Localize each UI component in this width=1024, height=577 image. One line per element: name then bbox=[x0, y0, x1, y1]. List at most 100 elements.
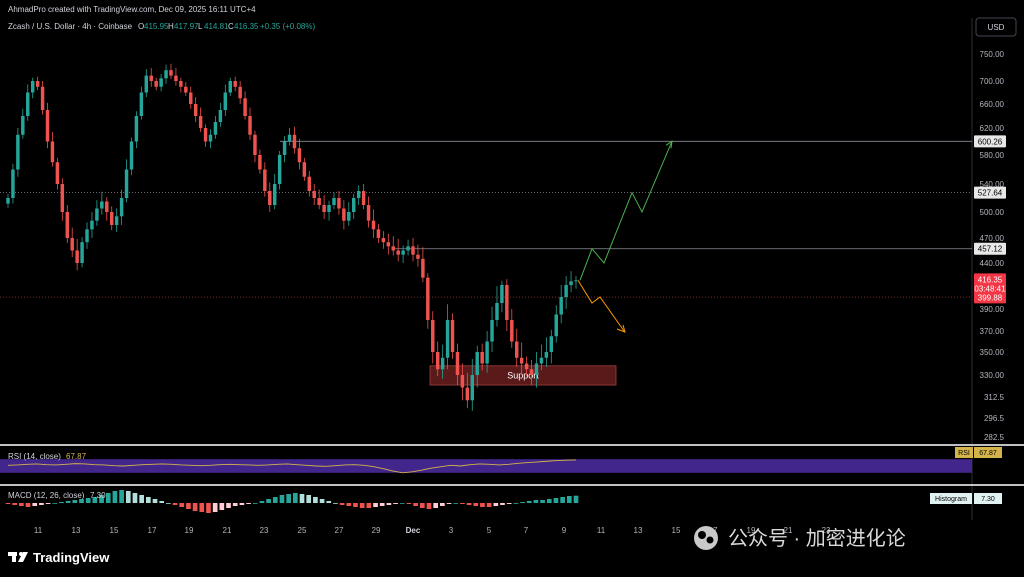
candle-body bbox=[361, 191, 366, 205]
macd-bar bbox=[379, 503, 385, 506]
candle-body bbox=[60, 184, 65, 212]
candle-body bbox=[243, 98, 247, 116]
candle-body bbox=[223, 92, 228, 110]
price-tick-label: 350.00 bbox=[980, 348, 1005, 357]
candle-body bbox=[154, 81, 158, 87]
candle-body bbox=[40, 86, 45, 110]
candle bbox=[277, 150, 282, 190]
chart-canvas[interactable]: AhmadPro created with TradingView.com, D… bbox=[0, 0, 1024, 577]
candle-body bbox=[317, 198, 321, 205]
macd-bar bbox=[212, 503, 218, 512]
candle-body bbox=[475, 352, 479, 375]
candle-body bbox=[342, 208, 346, 221]
macd-bar bbox=[473, 503, 479, 506]
candle-body bbox=[544, 352, 549, 358]
macd-bar bbox=[152, 499, 158, 503]
candle-body bbox=[495, 303, 499, 320]
candle-body bbox=[559, 297, 563, 315]
macd-bar bbox=[293, 493, 298, 503]
candle-body bbox=[213, 122, 218, 135]
macd-bar bbox=[560, 497, 565, 503]
macd-bar bbox=[319, 499, 325, 503]
candle-body bbox=[470, 375, 475, 401]
candle-body bbox=[144, 75, 149, 93]
macd-bar bbox=[72, 500, 78, 503]
time-tick-label: 13 bbox=[72, 526, 81, 535]
candle-body bbox=[124, 169, 129, 198]
price-tick-label: 580.00 bbox=[980, 151, 1005, 160]
candle-body bbox=[406, 246, 410, 251]
candle-body bbox=[70, 238, 74, 251]
candle-body bbox=[322, 205, 326, 212]
price-tick-label: 700.00 bbox=[980, 77, 1005, 86]
price-tick-label: 390.00 bbox=[980, 305, 1005, 314]
candle-body bbox=[515, 341, 519, 358]
macd-bar bbox=[513, 503, 519, 504]
macd-bar bbox=[353, 503, 358, 507]
macd-bar bbox=[172, 503, 178, 505]
candle-body bbox=[431, 320, 435, 352]
macd-bar bbox=[573, 495, 579, 503]
candle-body bbox=[179, 81, 183, 87]
ohlc-close: 416.35 bbox=[234, 22, 259, 31]
macd-bar bbox=[373, 503, 378, 507]
current-price-tag: 416.35 bbox=[978, 275, 1003, 284]
candle-body bbox=[65, 212, 69, 238]
macd-bar bbox=[440, 503, 445, 506]
macd-bar bbox=[533, 500, 539, 503]
time-tick-label: 7 bbox=[524, 526, 529, 535]
candle-body bbox=[292, 134, 297, 149]
ohlc-readout: O 415.95 H 417.97 L 414.81 C 416.35 +0.3… bbox=[138, 22, 315, 31]
candle-body bbox=[272, 184, 277, 205]
candle-body bbox=[435, 352, 440, 370]
candle-body bbox=[381, 238, 386, 243]
candle-body bbox=[480, 352, 484, 364]
macd-bar bbox=[526, 501, 532, 503]
macd-bar bbox=[279, 495, 285, 503]
macd-bar bbox=[486, 503, 492, 507]
price-tick-label: 660.00 bbox=[980, 100, 1005, 109]
symbol-title[interactable]: Zcash / U.S. Dollar · 4h · Coinbase bbox=[8, 22, 133, 31]
candle-body bbox=[332, 198, 336, 205]
countdown-tag: 03:48:41 bbox=[974, 284, 1006, 293]
macd-bar bbox=[500, 503, 505, 505]
price-tag-457: 457.12 bbox=[978, 245, 1003, 254]
candle-body bbox=[450, 320, 455, 352]
candle-body bbox=[465, 387, 470, 401]
candle-body bbox=[109, 212, 114, 225]
macd-bar bbox=[346, 503, 352, 506]
rsi-tag-value: 67.87 bbox=[979, 450, 997, 457]
macd-bar bbox=[406, 503, 412, 504]
candle-body bbox=[85, 229, 89, 243]
time-tick-label: 17 bbox=[148, 526, 157, 535]
candle-body bbox=[366, 205, 371, 221]
time-tick-label: 27 bbox=[335, 526, 344, 535]
macd-bar bbox=[52, 503, 58, 504]
candle-body bbox=[569, 281, 573, 285]
tradingview-logo-text: TradingView bbox=[33, 550, 110, 565]
rsi-tag-name: RSI bbox=[958, 450, 970, 457]
candle-body bbox=[282, 141, 287, 155]
macd-bar bbox=[493, 503, 499, 506]
candle-body bbox=[55, 162, 60, 184]
macd-bar bbox=[326, 501, 332, 503]
candle-body bbox=[505, 285, 509, 320]
candle-body bbox=[134, 116, 139, 142]
macd-bar bbox=[159, 501, 165, 503]
candle-body bbox=[50, 141, 55, 163]
macd-bar bbox=[12, 503, 18, 505]
candle-body bbox=[174, 75, 178, 81]
macd-bar bbox=[566, 496, 572, 503]
macd-bar bbox=[386, 503, 392, 505]
rsi-label: RSI (14, close) bbox=[8, 452, 61, 461]
candle-body bbox=[327, 205, 331, 212]
macd-bar bbox=[339, 503, 345, 505]
candle-body bbox=[233, 81, 237, 87]
candle-body bbox=[421, 258, 425, 278]
candle bbox=[16, 128, 20, 177]
macd-bar bbox=[399, 503, 405, 504]
candle-body bbox=[302, 162, 307, 177]
macd-bar bbox=[446, 503, 452, 504]
candle-body bbox=[263, 169, 267, 191]
macd-bar bbox=[460, 503, 465, 504]
